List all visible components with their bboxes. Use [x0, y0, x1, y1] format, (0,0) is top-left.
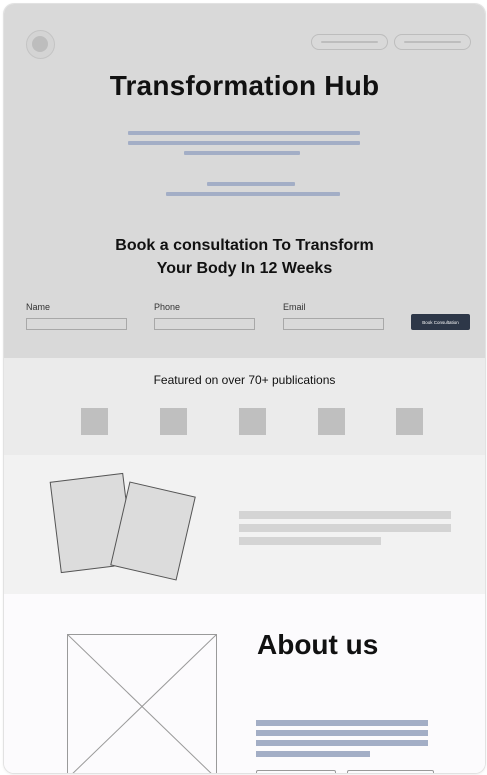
about-button-1[interactable]: [256, 770, 336, 773]
publication-logo: [160, 408, 187, 435]
publication-logo: [239, 408, 266, 435]
hero-text-placeholder-line: [184, 151, 300, 155]
hero-title: Transformation Hub: [109, 70, 380, 101]
about-text-placeholder-line: [256, 740, 428, 746]
image-placeholder-icon: [67, 634, 217, 773]
feature-text-placeholder-line: [239, 524, 451, 532]
nav-link-2[interactable]: [394, 34, 471, 50]
publication-logo: [318, 408, 345, 435]
logo-icon[interactable]: [26, 30, 55, 59]
book-consultation-button[interactable]: Book Consultation: [411, 314, 470, 330]
email-input[interactable]: [283, 318, 384, 330]
name-input[interactable]: [26, 318, 127, 330]
hero-text-placeholder-line: [166, 192, 340, 196]
name-label: Name: [26, 302, 51, 312]
publications-title: Featured on over 70+ publications: [153, 373, 336, 387]
about-text-placeholder-line: [256, 751, 370, 757]
email-label: Email: [283, 302, 306, 312]
phone-input[interactable]: [154, 318, 255, 330]
about-button-2[interactable]: [347, 770, 434, 773]
publications-section: Featured on over 70+ publications: [4, 358, 485, 455]
feature-section: [4, 455, 485, 594]
about-section: About us: [4, 594, 485, 773]
nav-link-1[interactable]: [311, 34, 388, 50]
feature-text-placeholder-line: [239, 537, 381, 545]
publication-logo: [81, 408, 108, 435]
about-text-placeholder-line: [256, 720, 428, 726]
page-frame: Transformation Hub Book a consultation T…: [4, 4, 485, 773]
about-title: About us: [257, 629, 379, 660]
hero-subtitle-line: Book a consultation To Transform: [115, 237, 374, 254]
phone-label: Phone: [154, 302, 181, 312]
hero-subtitle-line: Your Body In 12 Weeks: [156, 260, 333, 277]
about-text-placeholder-line: [256, 730, 428, 736]
about-image-placeholder: [67, 634, 217, 773]
hero-subtitle: Book a consultation To Transform Your Bo…: [4, 234, 485, 280]
hero-text-placeholder-line: [207, 182, 295, 186]
hero-text-placeholder-line: [128, 141, 360, 145]
hero-text-placeholder-line: [128, 131, 360, 135]
hero-section: Transformation Hub Book a consultation T…: [4, 4, 485, 358]
publication-logo: [396, 408, 423, 435]
feature-text-placeholder-line: [239, 511, 451, 519]
